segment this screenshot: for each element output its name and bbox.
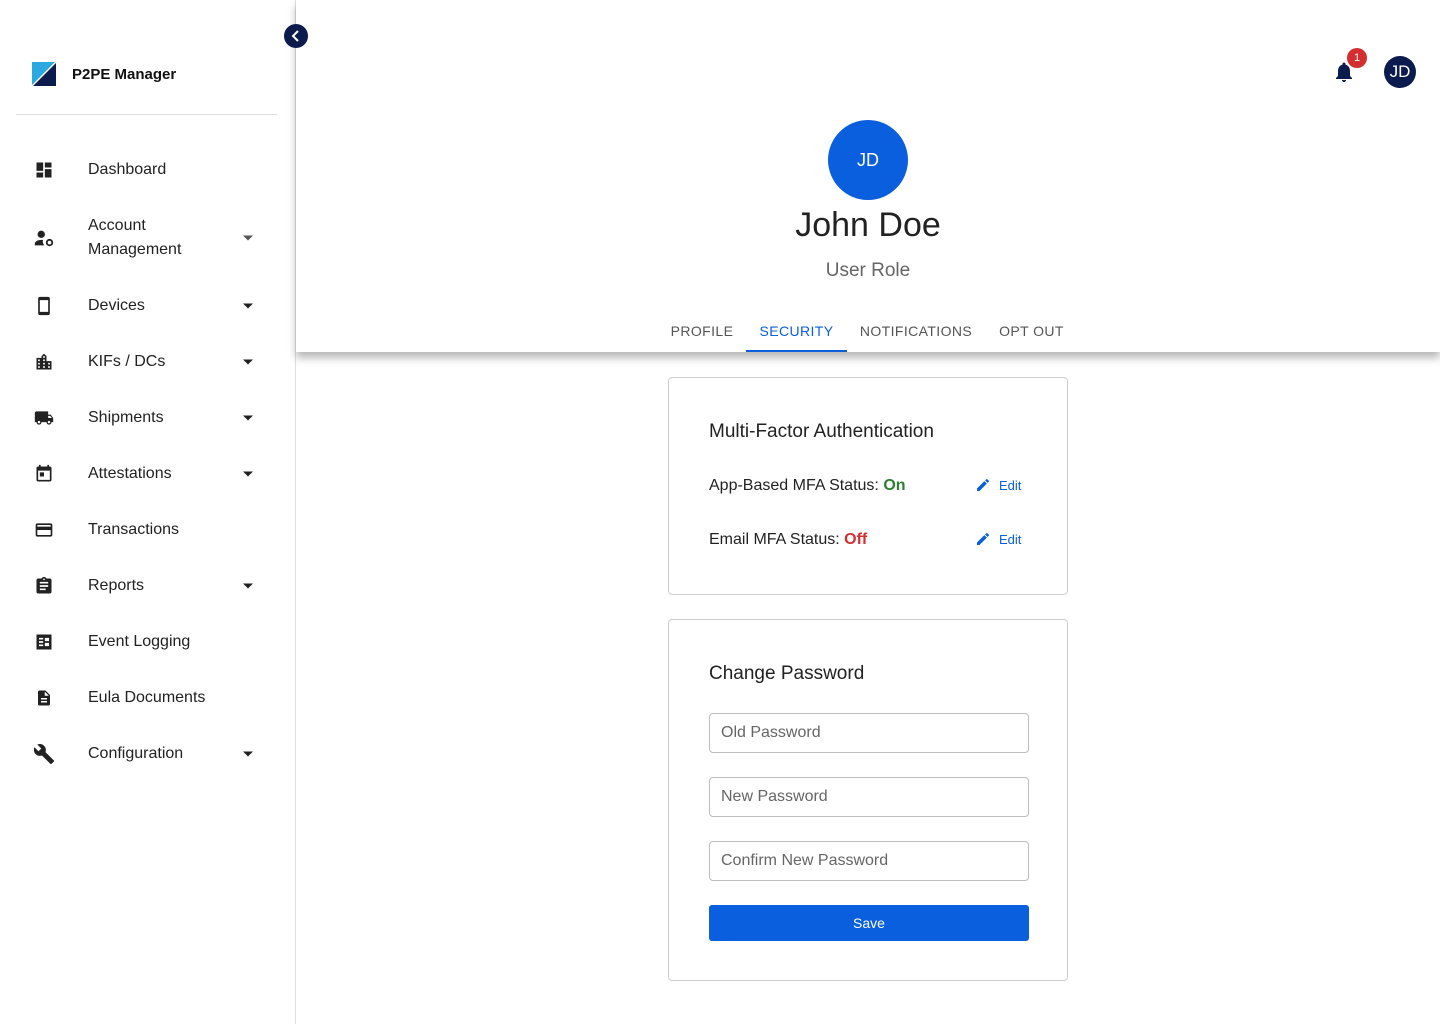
email-mfa-status-value: Off xyxy=(844,531,868,548)
edit-app-mfa-button[interactable]: Edit xyxy=(975,477,1021,493)
old-password-field[interactable] xyxy=(709,713,1029,753)
tab-security[interactable]: SECURITY xyxy=(746,310,847,352)
divider xyxy=(16,114,277,115)
calendar-icon xyxy=(32,462,56,486)
account-management-icon xyxy=(32,226,56,250)
clipboard-icon xyxy=(32,574,56,598)
sidebar-item-label: Shipments xyxy=(88,409,164,426)
change-password-card: Change Password Save xyxy=(668,619,1068,981)
chevron-down-icon xyxy=(242,748,254,760)
profile-avatar: JD xyxy=(828,120,908,200)
sidebar-item-attestations[interactable]: Attestations xyxy=(0,446,295,502)
truck-icon xyxy=(32,406,56,430)
sidebar-item-transactions[interactable]: Transactions xyxy=(0,502,295,558)
change-password-title: Change Password xyxy=(709,663,865,684)
notification-badge: 1 xyxy=(1347,48,1367,68)
sidebar-item-label: Dashboard xyxy=(88,161,167,178)
chevron-down-icon xyxy=(242,580,254,592)
brand[interactable]: P2PE Manager xyxy=(32,62,176,86)
chevron-down-icon xyxy=(242,232,254,244)
sidebar-item-label: Event Logging xyxy=(88,633,191,650)
edit-label: Edit xyxy=(999,531,1022,547)
tab-opt-out[interactable]: OPT OUT xyxy=(985,310,1078,352)
mfa-title: Multi-Factor Authentication xyxy=(709,421,934,442)
app-mfa-status-value: On xyxy=(883,477,906,494)
pencil-icon xyxy=(977,478,990,491)
sidebar-item-account-management[interactable]: Account Management xyxy=(0,198,295,278)
sidebar-item-label: Eula Documents xyxy=(88,689,206,706)
tab-notifications[interactable]: NOTIFICATIONS xyxy=(847,310,985,352)
chevron-down-icon xyxy=(242,356,254,368)
sidebar-item-label: Attestations xyxy=(88,465,172,482)
sidebar-item-dashboard[interactable]: Dashboard xyxy=(0,142,295,198)
active-tab-indicator xyxy=(746,350,847,352)
sidebar-item-reports[interactable]: Reports xyxy=(0,558,295,614)
app-mfa-label: App-Based MFA Status: xyxy=(709,477,884,494)
edit-label: Edit xyxy=(999,477,1022,493)
sidebar-item-label: Reports xyxy=(88,577,145,594)
tab-profile[interactable]: PROFILE xyxy=(658,310,746,352)
user-name: John Doe xyxy=(795,206,941,244)
building-icon xyxy=(32,350,56,374)
sidebar-item-configuration[interactable]: Configuration xyxy=(0,726,295,782)
chevron-down-icon xyxy=(242,412,254,424)
sidebar-item-eula-documents[interactable]: Eula Documents xyxy=(0,670,295,726)
list-icon xyxy=(32,630,56,654)
mfa-card: Multi-Factor Authentication App-Based MF… xyxy=(668,377,1068,595)
new-password-field[interactable] xyxy=(709,777,1029,817)
email-mfa-status: Email MFA Status: Off xyxy=(709,531,867,549)
edit-email-mfa-button[interactable]: Edit xyxy=(975,531,1021,547)
chevron-down-icon xyxy=(242,468,254,480)
sidebar-item-label: Transactions xyxy=(88,521,179,538)
sidebar-item-label: Configuration xyxy=(88,745,184,762)
document-icon xyxy=(32,686,56,710)
avatar[interactable]: JD xyxy=(1384,56,1416,88)
chevron-left-icon xyxy=(291,30,299,42)
wrench-icon xyxy=(32,742,56,766)
app-name: P2PE Manager xyxy=(72,65,177,83)
credit-card-icon xyxy=(32,518,56,542)
sidebar-item-shipments[interactable]: Shipments xyxy=(0,390,295,446)
app-mfa-status: App-Based MFA Status: On xyxy=(709,477,906,495)
logo-icon xyxy=(32,62,56,86)
sidebar-item-label: KIFs / DCs xyxy=(88,353,166,370)
save-button[interactable]: Save xyxy=(709,905,1029,941)
pencil-icon xyxy=(977,532,990,545)
sidebar: P2PE Manager Dashboard Account Managemen… xyxy=(0,0,296,1024)
sidebar-nav: Dashboard Account Management Devices KIF… xyxy=(0,142,295,782)
collapse-sidebar-button[interactable] xyxy=(284,24,308,48)
sidebar-item-event-logging[interactable]: Event Logging xyxy=(0,614,295,670)
dashboard-icon xyxy=(32,158,56,182)
email-mfa-label: Email MFA Status: xyxy=(709,531,845,548)
sidebar-item-label: Account Management xyxy=(88,217,182,258)
confirm-password-field[interactable] xyxy=(709,841,1029,881)
user-role: User Role xyxy=(825,260,911,281)
profile-tabs: PROFILE SECURITY NOTIFICATIONS OPT OUT xyxy=(0,310,1440,352)
